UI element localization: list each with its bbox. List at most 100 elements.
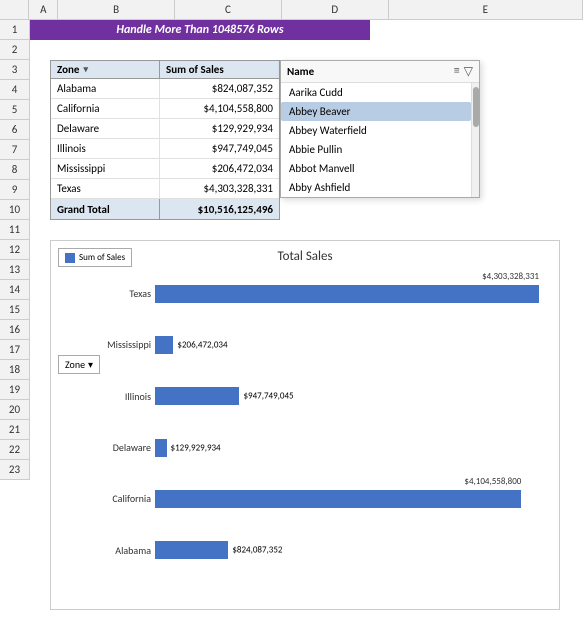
bar-fill-illinois (155, 387, 239, 405)
pivot-zone-texas: Texas (51, 179, 160, 198)
bar-fill-alabama (155, 541, 228, 559)
pivot-row-alabama: Alabama $824,087,352 (51, 79, 279, 99)
row-14: 14 (0, 280, 30, 300)
bar-fill-texas: $4,303,328,331 (155, 285, 539, 303)
row-15: 15 (0, 300, 30, 320)
filter-list: Aarika Cudd Abbey Beaver Abbey Waterfiel… (281, 83, 471, 197)
col-header-c: C (175, 0, 282, 19)
row-10: 10 (0, 200, 30, 220)
legend-label: Sum of Sales (79, 252, 125, 263)
row-23: 23 (0, 460, 30, 480)
spreadsheet: A B C D E 1 2 3 4 5 6 7 8 9 10 11 12 13 … (0, 0, 583, 635)
row-9: 9 (0, 180, 30, 200)
pivot-sales-texas: $4,303,328,331 (160, 179, 279, 198)
filter-icons: ≡ ▽ (454, 64, 473, 79)
pivot-sales-header: Sum of Sales (160, 61, 279, 78)
filter-scroll-thumb[interactable] (473, 87, 479, 127)
bar-row-delaware: Delaware $129,929,934 (71, 433, 539, 463)
chart-body: Texas $4,303,328,331 Mississippi $206,47… (51, 268, 559, 586)
row-headers: 1 2 3 4 5 6 7 8 9 10 11 12 13 14 15 16 1… (0, 20, 30, 480)
chart-legend: Sum of Sales (58, 248, 132, 267)
corner-cell (0, 0, 29, 19)
pivot-zone-filter-icon[interactable]: ▾ (83, 64, 88, 75)
row-16: 16 (0, 320, 30, 340)
row-7: 7 (0, 140, 30, 160)
filter-item-abbie[interactable]: Abbie Pullin (281, 140, 471, 159)
pivot-row-california: California $4,104,558,800 (51, 99, 279, 119)
filter-item-abbot[interactable]: Abbot Manvell (281, 159, 471, 178)
pivot-sales-label: Sum of Sales (166, 63, 224, 76)
filter-header: Name ≡ ▽ (281, 61, 479, 83)
row-2: 2 (0, 40, 30, 60)
pivot-table: Zone ▾ Sum of Sales Alabama $824,087,352… (50, 60, 280, 220)
filter-title: Name (287, 65, 314, 78)
bar-track-california: $4,104,558,800 (155, 490, 539, 508)
zone-dropdown-label: Zone (65, 358, 85, 371)
row-13: 13 (0, 260, 30, 280)
title-banner: Handle More Than 1048576 Rows (30, 20, 370, 40)
pivot-header-row: Zone ▾ Sum of Sales (51, 61, 279, 79)
bar-label-illinois: Illinois (71, 390, 151, 403)
bar-track-delaware: $129,929,934 (155, 439, 539, 457)
bar-row-texas: Texas $4,303,328,331 (71, 279, 539, 309)
bar-row-california: California $4,104,558,800 (71, 484, 539, 514)
row-1: 1 (0, 20, 30, 40)
pivot-sales-delaware: $129,929,934 (160, 119, 279, 138)
bar-row-alabama: Alabama $824,087,352 (71, 535, 539, 565)
row-17: 17 (0, 340, 30, 360)
filter-scrollbar[interactable] (471, 83, 479, 197)
bar-value-california: $4,104,558,800 (464, 476, 521, 487)
col-header-a: A (29, 0, 58, 19)
filter-container: Aarika Cudd Abbey Beaver Abbey Waterfiel… (281, 83, 479, 197)
title-text: Handle More Than 1048576 Rows (116, 23, 283, 37)
filter-filter-icon[interactable]: ▽ (464, 64, 473, 79)
filter-sort-icon[interactable]: ≡ (454, 64, 460, 79)
bar-label-alabama: Alabama (71, 544, 151, 557)
col-header-b: B (58, 0, 175, 19)
bar-track-alabama: $824,087,352 (155, 541, 539, 559)
zone-dropdown-button[interactable]: Zone ▾ (58, 355, 100, 374)
row-5: 5 (0, 100, 30, 120)
bar-label-california: California (71, 492, 151, 505)
row-3: 3 (0, 60, 30, 80)
pivot-row-delaware: Delaware $129,929,934 (51, 119, 279, 139)
col-header-e: E (389, 0, 583, 19)
bar-row-illinois: Illinois $947,749,045 (71, 381, 539, 411)
bar-row-mississippi: Mississippi $206,472,034 (71, 330, 539, 360)
column-headers: A B C D E (0, 0, 583, 20)
pivot-zone-california: California (51, 99, 160, 118)
bar-value-delaware: $129,929,934 (171, 442, 221, 453)
filter-item-abbey-waterfield[interactable]: Abbey Waterfield (281, 121, 471, 140)
pivot-zone-label: Zone (57, 63, 79, 76)
pivot-grand-total-label: Grand Total (51, 199, 160, 219)
pivot-sales-alabama: $824,087,352 (160, 79, 279, 98)
legend-color-box (65, 253, 75, 263)
pivot-sales-illinois: $947,749,045 (160, 139, 279, 158)
filter-item-abbey-beaver[interactable]: Abbey Beaver (281, 102, 471, 121)
zone-dropdown-arrow-icon: ▾ (88, 358, 93, 371)
bar-label-mississippi: Mississippi (71, 338, 151, 351)
row-4: 4 (0, 80, 30, 100)
bar-track-mississippi: $206,472,034 (155, 336, 539, 354)
col-header-d: D (282, 0, 389, 19)
chart-container: Total Sales Texas $4,303,328,331 Mississ… (50, 240, 560, 610)
row-12: 12 (0, 240, 30, 260)
bar-label-texas: Texas (71, 287, 151, 300)
bar-value-mississippi: $206,472,034 (177, 339, 227, 350)
row-22: 22 (0, 440, 30, 460)
bar-label-delaware: Delaware (71, 441, 151, 454)
pivot-zone-header[interactable]: Zone ▾ (51, 61, 160, 78)
bar-fill-delaware (155, 439, 167, 457)
bar-value-illinois: $947,749,045 (243, 391, 293, 402)
pivot-zone-alabama: Alabama (51, 79, 160, 98)
pivot-row-illinois: Illinois $947,749,045 (51, 139, 279, 159)
row-20: 20 (0, 400, 30, 420)
bar-track-texas: $4,303,328,331 (155, 285, 539, 303)
bar-fill-california: $4,104,558,800 (155, 490, 521, 508)
filter-item-abby[interactable]: Abby Ashfield (281, 178, 471, 197)
row-8: 8 (0, 160, 30, 180)
filter-dropdown[interactable]: Name ≡ ▽ Aarika Cudd Abbey Beaver Abbey … (280, 60, 480, 198)
pivot-row-texas: Texas $4,303,328,331 (51, 179, 279, 199)
bar-value-texas: $4,303,328,331 (482, 271, 539, 282)
filter-item-aarika[interactable]: Aarika Cudd (281, 83, 471, 102)
